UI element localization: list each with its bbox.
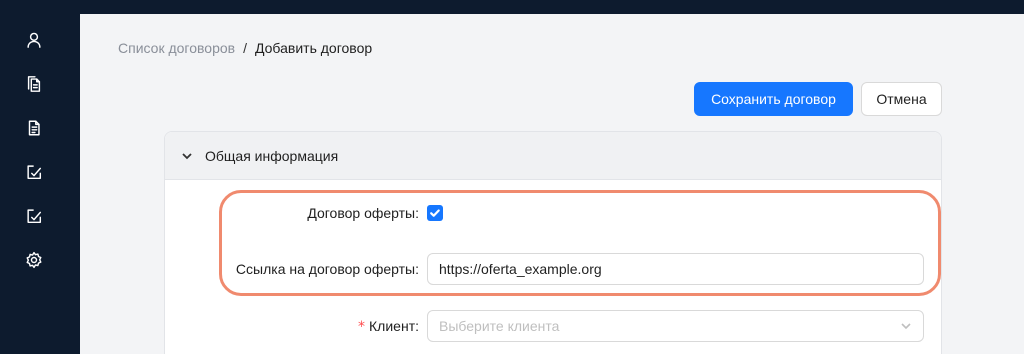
breadcrumb-parent-link[interactable]: Список договоров [118, 40, 235, 56]
client-select[interactable]: Выберите клиента [427, 310, 924, 342]
copy-documents-icon[interactable] [24, 74, 44, 94]
chevron-down-icon [182, 152, 192, 159]
offer-contract-label: Договор оферты: [307, 205, 419, 221]
required-mark: * [358, 319, 366, 335]
checkmark-icon [430, 209, 440, 217]
top-bar [0, 0, 1024, 14]
offer-contract-checkbox[interactable] [427, 205, 443, 221]
save-contract-button[interactable]: Сохранить договор [694, 82, 853, 116]
breadcrumb-current: Добавить договор [254, 40, 373, 56]
sidebar [0, 0, 80, 354]
document-list-icon[interactable] [24, 118, 44, 138]
cancel-button[interactable]: Отмена [861, 82, 942, 116]
breadcrumb-separator: / [243, 40, 247, 56]
edit-square-icon[interactable] [24, 206, 44, 226]
main-content: Список договоров / Добавить договор Сохран… [80, 14, 1024, 354]
client-select-placeholder: Выберите клиента [439, 318, 560, 334]
offer-link-label: Ссылка на договор оферты: [235, 261, 419, 277]
offer-link-input[interactable] [427, 253, 924, 285]
general-info-panel-header[interactable]: Общая информация [165, 132, 941, 180]
user-icon[interactable] [24, 30, 44, 50]
panel-title: Общая информация [205, 147, 339, 164]
breadcrumb: Список договоров / Добавить договор [118, 40, 372, 56]
client-label: * Клиент: [358, 318, 419, 335]
settings-gear-icon[interactable] [24, 250, 44, 270]
edit-square-icon[interactable] [24, 162, 44, 182]
chevron-down-icon [901, 323, 911, 330]
